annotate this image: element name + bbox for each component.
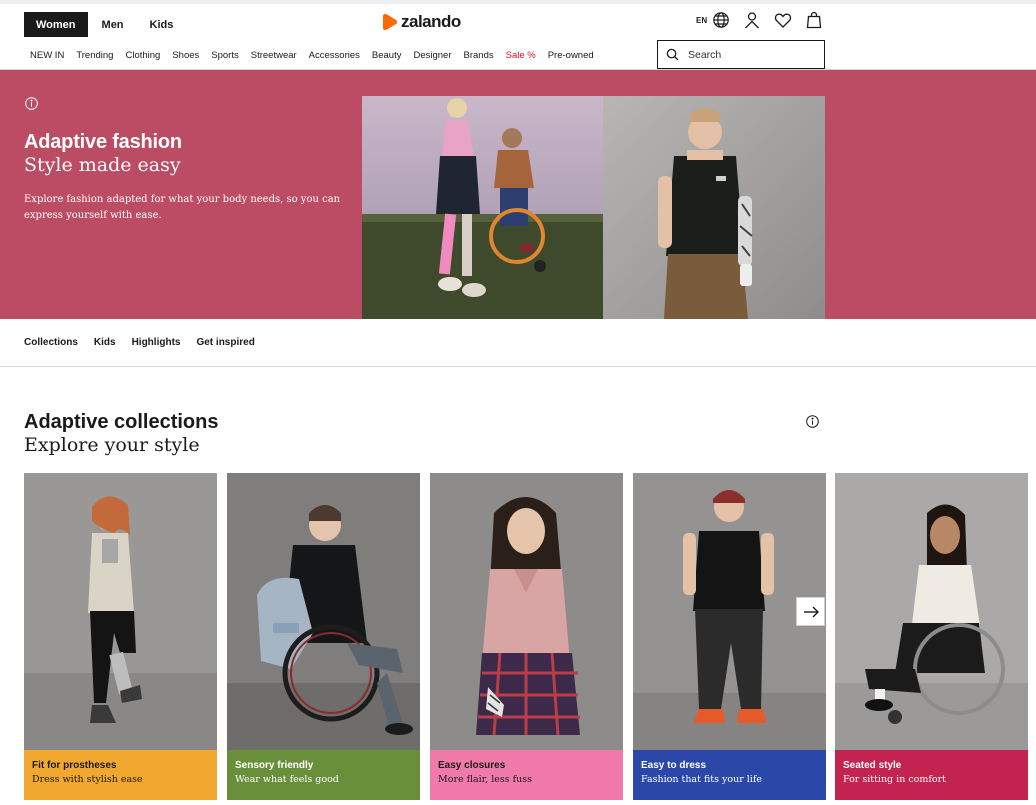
collection-card-easy-to-dress[interactable]: Easy to dress Fashion that fits your lif… xyxy=(633,473,826,800)
collection-subtitle: Wear what feels good xyxy=(235,774,339,785)
collection-card-easy-closures[interactable]: Easy closures More flair, less fuss xyxy=(430,473,623,800)
zalando-logo[interactable]: zalando xyxy=(382,12,461,32)
collection-photo xyxy=(24,473,217,750)
info-icon[interactable] xyxy=(806,415,819,428)
subnav-kids[interactable]: Kids xyxy=(94,337,116,348)
collection-caption: Seated style For sitting in comfort xyxy=(835,750,1028,800)
tab-kids[interactable]: Kids xyxy=(136,12,186,37)
nav-sports[interactable]: Sports xyxy=(211,50,238,61)
hero-banner: Adaptive fashion Style made easy Explore… xyxy=(0,70,1036,319)
category-nav: NEW IN Trending Clothing Shoes Sports St… xyxy=(30,50,606,61)
collection-card-fit-for-prostheses[interactable]: Fit for prostheses Dress with stylish ea… xyxy=(24,473,217,800)
arrow-right-icon xyxy=(803,606,819,617)
collection-title: Fit for prostheses xyxy=(32,760,117,771)
gender-tabs: Women Men Kids xyxy=(24,12,185,37)
nav-clothing[interactable]: Clothing xyxy=(125,50,160,61)
header-actions: EN xyxy=(696,11,836,29)
collection-subtitle: For sitting in comfort xyxy=(843,774,946,785)
wishlist-heart-icon[interactable] xyxy=(774,11,792,29)
tab-women[interactable]: Women xyxy=(24,12,88,37)
collection-subtitle: Fashion that fits your life xyxy=(641,774,762,785)
collection-card-seated-style[interactable]: Seated style For sitting in comfort xyxy=(835,473,1028,800)
collections-title: Adaptive collections xyxy=(24,411,219,433)
collection-caption: Easy closures More flair, less fuss xyxy=(430,750,623,800)
subnav-collections[interactable]: Collections xyxy=(24,337,78,348)
top-strip xyxy=(0,0,1036,4)
nav-trending[interactable]: Trending xyxy=(76,50,113,61)
search-box[interactable] xyxy=(657,40,825,69)
hero-subtitle: Style made easy xyxy=(24,154,181,176)
info-icon[interactable] xyxy=(25,97,38,110)
nav-accessories[interactable]: Accessories xyxy=(309,50,360,61)
account-icon[interactable] xyxy=(743,11,761,29)
nav-beauty[interactable]: Beauty xyxy=(372,50,402,61)
hero-title: Adaptive fashion xyxy=(24,131,182,153)
tab-men[interactable]: Men xyxy=(88,12,136,37)
collection-photo xyxy=(227,473,420,750)
section-subnav: Collections Kids Highlights Get inspired xyxy=(24,337,271,348)
collection-title: Sensory friendly xyxy=(235,760,314,771)
nav-new-in[interactable]: NEW IN xyxy=(30,50,64,61)
nav-shoes[interactable]: Shoes xyxy=(172,50,199,61)
collection-subtitle: More flair, less fuss xyxy=(438,774,533,785)
subnav-divider xyxy=(0,366,1036,367)
collections-subtitle: Explore your style xyxy=(24,434,200,456)
collection-caption: Easy to dress Fashion that fits your lif… xyxy=(633,750,826,800)
search-icon xyxy=(666,48,679,61)
nav-brands[interactable]: Brands xyxy=(464,50,494,61)
subnav-get-inspired[interactable]: Get inspired xyxy=(196,337,254,348)
logo-text: zalando xyxy=(401,12,461,31)
collection-caption: Fit for prostheses Dress with stylish ea… xyxy=(24,750,217,800)
collection-title: Seated style xyxy=(843,760,902,771)
nav-pre-owned[interactable]: Pre-owned xyxy=(548,50,594,61)
collection-subtitle: Dress with stylish ease xyxy=(32,774,143,785)
collection-caption: Sensory friendly Wear what feels good xyxy=(227,750,420,800)
language-label[interactable]: EN xyxy=(696,16,707,25)
nav-designer[interactable]: Designer xyxy=(413,50,451,61)
nav-sale[interactable]: Sale % xyxy=(506,50,536,61)
search-input[interactable] xyxy=(688,48,818,61)
globe-icon[interactable] xyxy=(712,11,730,29)
carousel-next-button[interactable] xyxy=(796,597,825,626)
collection-title: Easy to dress xyxy=(641,760,707,771)
collection-photo xyxy=(430,473,623,750)
collection-card-sensory-friendly[interactable]: Sensory friendly Wear what feels good xyxy=(227,473,420,800)
collection-photo xyxy=(835,473,1028,750)
nav-streetwear[interactable]: Streetwear xyxy=(251,50,297,61)
bag-icon[interactable] xyxy=(805,11,823,29)
zalando-logo-mark-icon xyxy=(383,14,398,30)
hero-description: Explore fashion adapted for what your bo… xyxy=(24,194,341,221)
subnav-highlights[interactable]: Highlights xyxy=(132,337,181,348)
hero-image[interactable] xyxy=(362,96,825,319)
collection-title: Easy closures xyxy=(438,760,506,771)
